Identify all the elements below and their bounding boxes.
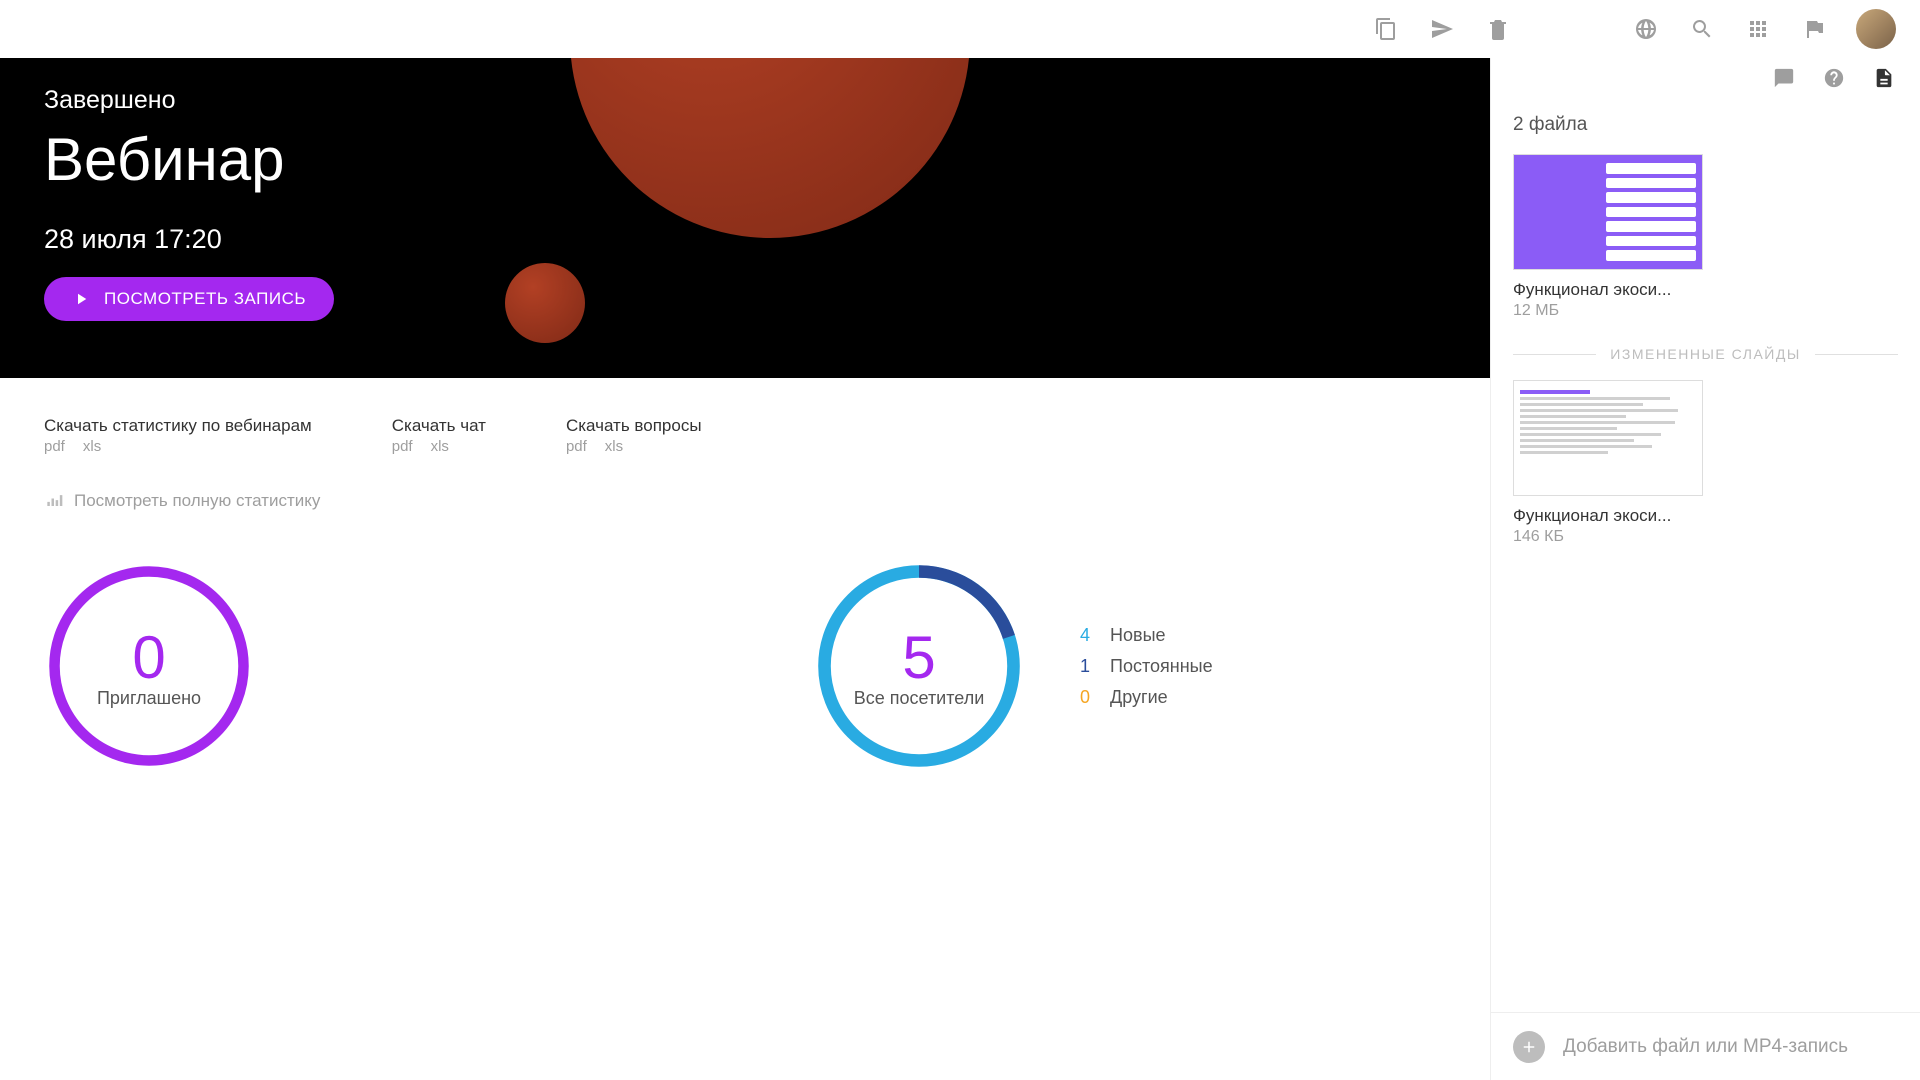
watch-recording-label: ПОСМОТРЕТЬ ЗАПИСЬ — [104, 289, 306, 309]
download-stats: Скачать статистику по вебинарам pdf xls — [44, 416, 312, 455]
visitors-value: 5 — [902, 623, 935, 692]
download-stats-label: Скачать статистику по вебинарам — [44, 416, 312, 436]
download-chat-pdf[interactable]: pdf — [392, 438, 413, 455]
hero-banner: Завершено Вебинар 28 июля 17:20 ПОСМОТРЕ… — [0, 58, 1490, 378]
legend-new: 4 Новые — [1072, 625, 1213, 646]
send-icon[interactable] — [1428, 15, 1456, 43]
stats-row: 0 Приглашено 5 Все посетители — [0, 511, 1490, 821]
files-count: 2 файла — [1513, 114, 1898, 136]
avatar[interactable] — [1856, 9, 1896, 49]
download-questions: Скачать вопросы pdf xls — [566, 416, 702, 455]
visitors-legend: 4 Новые 1 Постоянные 0 Другие — [1072, 625, 1213, 708]
legend-other-count: 0 — [1072, 687, 1090, 708]
decor-bubble — [505, 263, 585, 343]
legend-other-label: Другие — [1110, 687, 1168, 708]
legend-new-count: 4 — [1072, 625, 1090, 646]
file-name: Функционал экоси... — [1513, 280, 1703, 300]
main: Завершено Вебинар 28 июля 17:20 ПОСМОТРЕ… — [0, 58, 1490, 1080]
download-stats-pdf[interactable]: pdf — [44, 438, 65, 455]
invited-value: 0 — [132, 623, 165, 692]
invited-caption: Приглашено — [97, 688, 201, 709]
legend-new-label: Новые — [1110, 625, 1166, 646]
downloads-row: Скачать статистику по вебинарам pdf xls … — [0, 378, 1490, 463]
topbar-utility — [1632, 9, 1896, 49]
download-stats-xls[interactable]: xls — [83, 438, 101, 455]
legend-regular-count: 1 — [1072, 656, 1090, 677]
decor-bubble — [570, 58, 970, 238]
legend-regular-label: Постоянные — [1110, 656, 1213, 677]
topbar — [0, 0, 1920, 58]
play-icon — [72, 290, 90, 308]
file-name: Функционал экоси... — [1513, 506, 1703, 526]
file-thumbnail — [1513, 154, 1703, 270]
add-file-label: Добавить файл или MP4-запись — [1563, 1036, 1848, 1058]
download-chat: Скачать чат pdf xls — [392, 416, 486, 455]
download-questions-label: Скачать вопросы — [566, 416, 702, 436]
topbar-actions — [1372, 15, 1512, 43]
bar-chart-icon — [44, 491, 64, 511]
search-icon[interactable] — [1688, 15, 1716, 43]
sidebar: 2 файла Функционал экоси... 12 МБ ИЗМЕНЕ… — [1490, 58, 1920, 1080]
visitors-caption: Все посетители — [854, 688, 985, 709]
full-stats-label: Посмотреть полную статистику — [74, 491, 320, 511]
file-item[interactable]: Функционал экоси... 146 КБ — [1513, 380, 1898, 546]
download-chat-xls[interactable]: xls — [431, 438, 449, 455]
visitors-block: 5 Все посетители 4 Новые 1 Постоянные 0 — [814, 561, 1213, 771]
add-file-button[interactable]: Добавить файл или MP4-запись — [1491, 1012, 1920, 1080]
full-stats-link[interactable]: Посмотреть полную статистику — [0, 463, 1490, 511]
sidebar-tabs — [1491, 58, 1920, 98]
plus-icon — [1513, 1031, 1545, 1063]
file-item[interactable]: Функционал экоси... 12 МБ — [1513, 154, 1898, 320]
visitors-chart: 5 Все посетители — [814, 561, 1024, 771]
copy-icon[interactable] — [1372, 15, 1400, 43]
file-thumbnail — [1513, 380, 1703, 496]
trash-icon[interactable] — [1484, 15, 1512, 43]
file-size: 146 КБ — [1513, 528, 1898, 546]
invited-chart: 0 Приглашено — [44, 561, 254, 771]
watch-recording-button[interactable]: ПОСМОТРЕТЬ ЗАПИСЬ — [44, 277, 334, 321]
file-size: 12 МБ — [1513, 302, 1898, 320]
download-questions-xls[interactable]: xls — [605, 438, 623, 455]
download-chat-label: Скачать чат — [392, 416, 486, 436]
help-icon[interactable] — [1820, 64, 1848, 92]
globe-icon[interactable] — [1632, 15, 1660, 43]
legend-other: 0 Другие — [1072, 687, 1213, 708]
changed-slides-label: ИЗМЕНЕННЫЕ СЛАЙДЫ — [1610, 346, 1800, 362]
sidebar-body: 2 файла Функционал экоси... 12 МБ ИЗМЕНЕ… — [1491, 98, 1920, 1012]
download-questions-pdf[interactable]: pdf — [566, 438, 587, 455]
files-icon[interactable] — [1870, 64, 1898, 92]
changed-slides-divider: ИЗМЕНЕННЫЕ СЛАЙДЫ — [1513, 346, 1898, 362]
legend-regular: 1 Постоянные — [1072, 656, 1213, 677]
flag-icon[interactable] — [1800, 15, 1828, 43]
chat-icon[interactable] — [1770, 64, 1798, 92]
apps-icon[interactable] — [1744, 15, 1772, 43]
